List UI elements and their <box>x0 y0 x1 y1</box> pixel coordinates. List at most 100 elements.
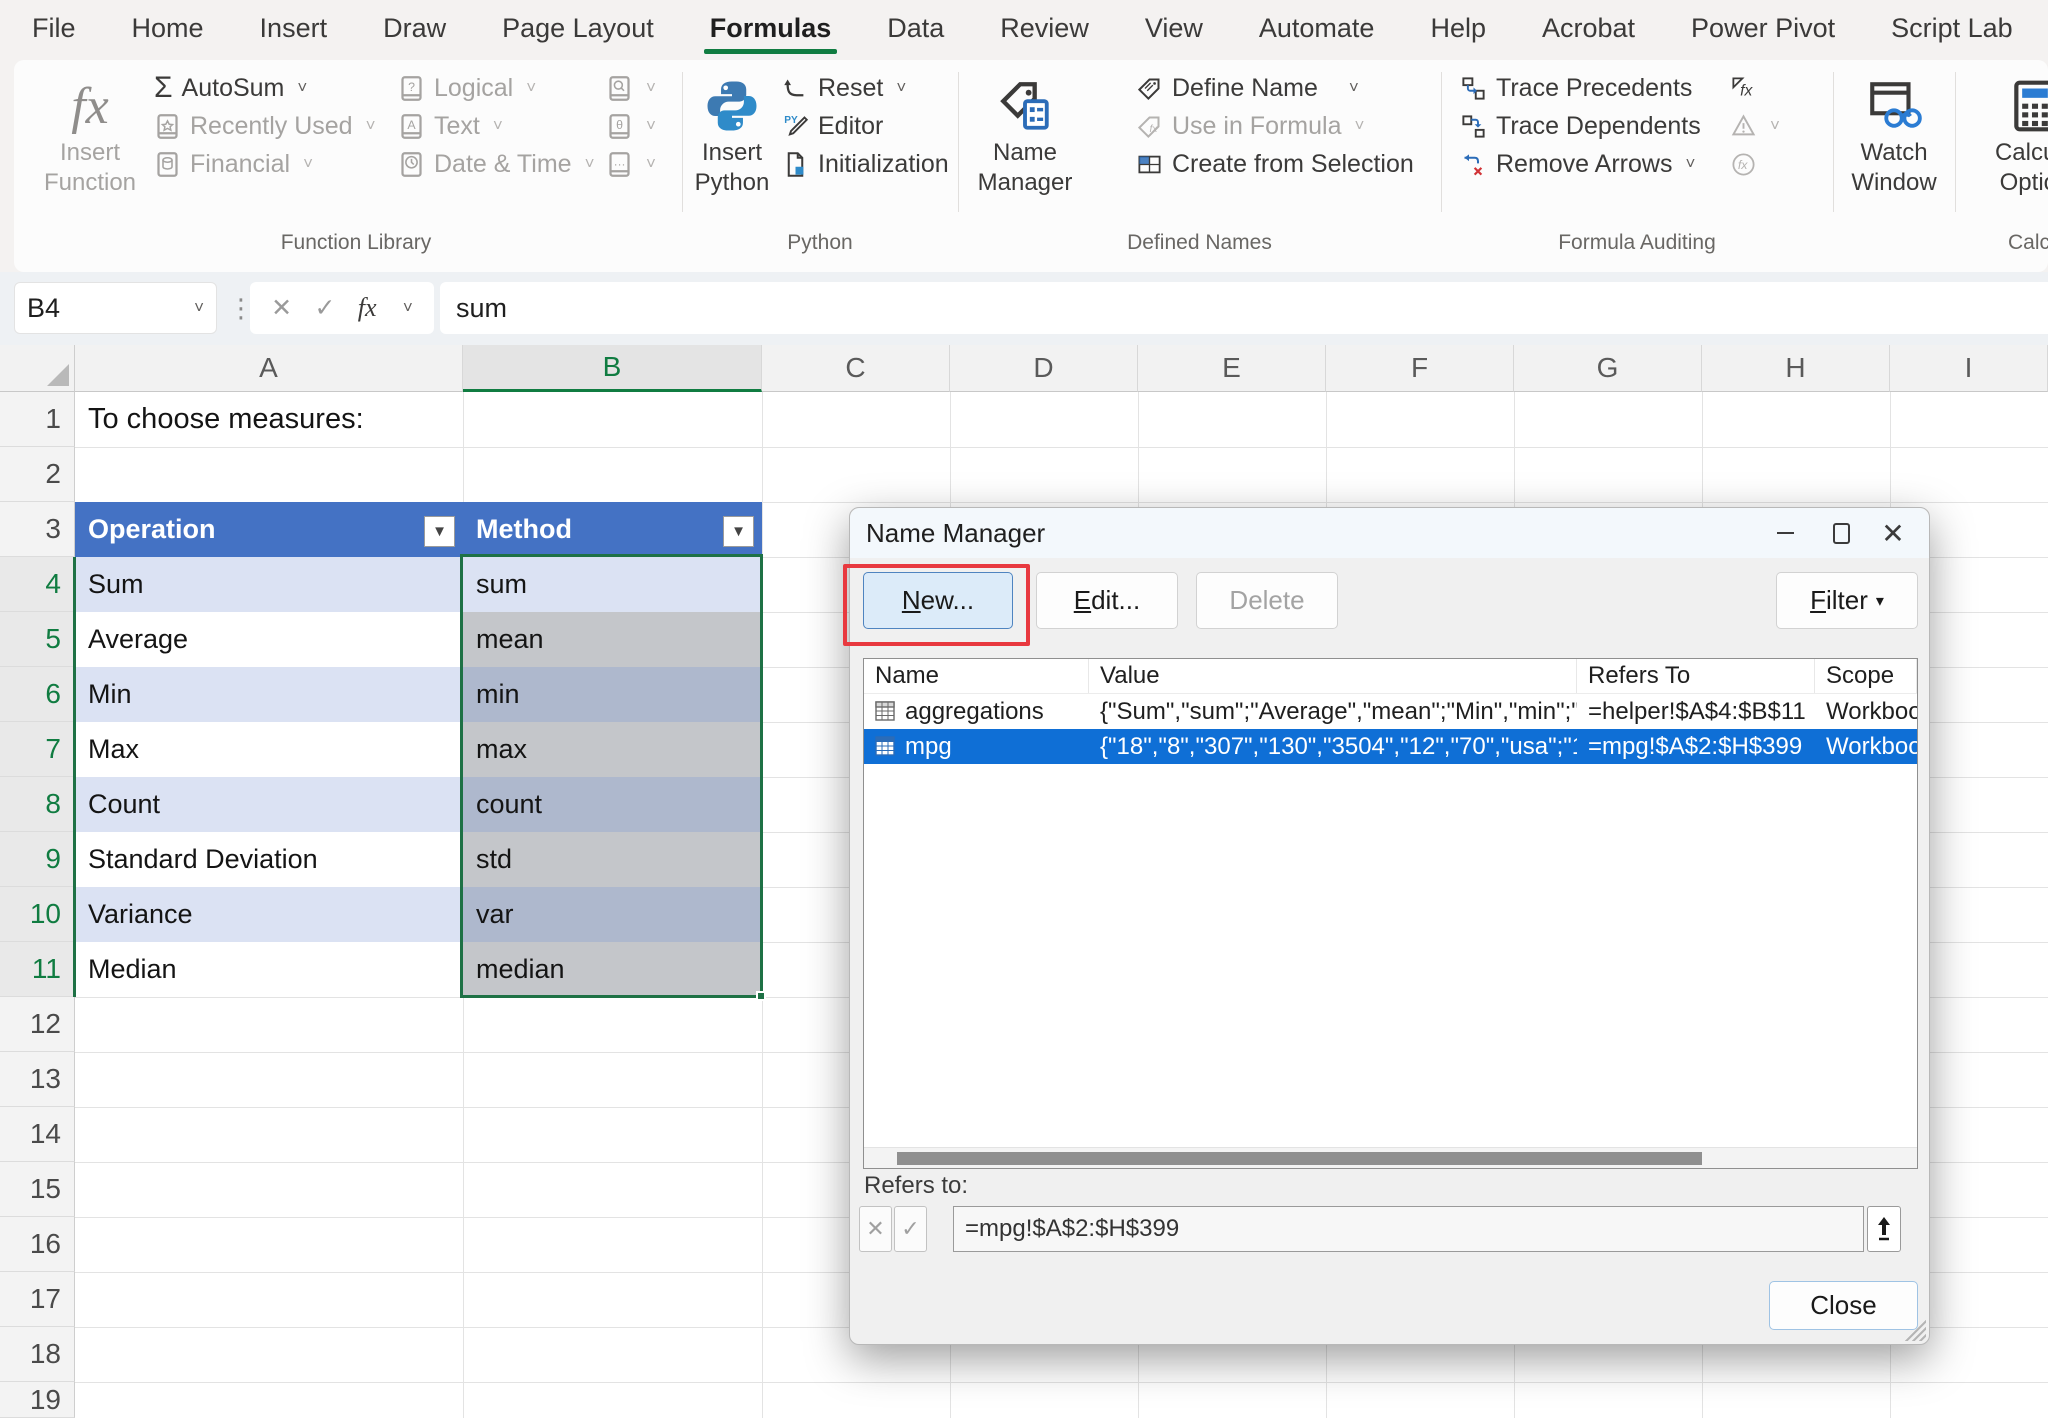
cell-a5[interactable]: Average <box>75 612 463 667</box>
row-header-3[interactable]: 3 <box>0 502 75 557</box>
cell-b5[interactable]: mean <box>463 612 762 667</box>
cell-b9[interactable]: std <box>463 832 762 887</box>
cell-a7[interactable]: Max <box>75 722 463 777</box>
cell-b8[interactable]: count <box>463 777 762 832</box>
column-header-d[interactable]: D <box>950 345 1138 392</box>
refers-to-input[interactable]: =mpg!$A$2:$H$399 <box>953 1206 1864 1252</box>
row-header-19[interactable]: 19 <box>0 1382 75 1418</box>
row-header-8[interactable]: 8 <box>0 777 75 832</box>
row-header-5[interactable]: 5 <box>0 612 75 667</box>
column-header-c[interactable]: C <box>762 345 950 392</box>
column-header-b[interactable]: B <box>463 345 762 392</box>
evaluate-formula-button[interactable]: fx <box>1730 146 1757 182</box>
trace-precedents-button[interactable]: Trace Precedents <box>1460 70 1692 106</box>
row-header-12[interactable]: 12 <box>0 997 75 1052</box>
watch-window-button[interactable]: Watch Window <box>1836 68 1952 226</box>
tab-script-lab[interactable]: Script Lab <box>1889 9 2015 48</box>
close-window-button[interactable]: ✕ <box>1865 508 1921 558</box>
initialization-button[interactable]: Initialization <box>782 146 949 182</box>
chevron-down-icon[interactable]: ˅ <box>403 298 413 318</box>
financial-button[interactable]: Financial˅ <box>154 146 313 182</box>
math-trig-button[interactable]: θ ˅ <box>606 108 656 144</box>
insert-function-button[interactable]: fx Insert Function <box>32 68 148 226</box>
refers-cancel-button[interactable]: ✕ <box>859 1206 892 1252</box>
insert-function-icon[interactable]: fx <box>358 293 377 323</box>
use-in-formula-button[interactable]: fx Use in Formula˅ <box>1136 108 1364 144</box>
remove-arrows-button[interactable]: Remove Arrows˅ <box>1460 146 1695 182</box>
cell-a1[interactable]: To choose measures: <box>75 392 463 447</box>
column-header-a[interactable]: A <box>75 345 463 392</box>
row-header-11[interactable]: 11 <box>0 942 75 997</box>
cell-a6[interactable]: Min <box>75 667 463 722</box>
fill-handle[interactable] <box>756 991 766 1001</box>
column-header-g[interactable]: G <box>1514 345 1702 392</box>
insert-python-button[interactable]: Insert Python <box>674 68 790 226</box>
cell-b11[interactable]: median <box>463 942 762 997</box>
name-box[interactable]: B4 ˅ <box>14 282 217 334</box>
horizontal-scrollbar[interactable] <box>864 1147 1917 1168</box>
column-header-e[interactable]: E <box>1138 345 1326 392</box>
cell-a4[interactable]: Sum <box>75 557 463 612</box>
edit-button[interactable]: Edit... <box>1036 572 1178 629</box>
row-header-16[interactable]: 16 <box>0 1217 75 1272</box>
tab-formulas[interactable]: Formulas <box>708 9 834 48</box>
tab-insert[interactable]: Insert <box>258 9 330 48</box>
row-header-2[interactable]: 2 <box>0 447 75 502</box>
tab-file[interactable]: File <box>30 9 78 48</box>
minimize-button[interactable] <box>1757 508 1813 558</box>
formula-input[interactable]: sum <box>440 282 2048 334</box>
cell-a9[interactable]: Standard Deviation <box>75 832 463 887</box>
tab-draw[interactable]: Draw <box>381 9 448 48</box>
text-button[interactable]: A Text˅ <box>398 108 503 144</box>
table-header-method[interactable]: Method <box>463 502 762 557</box>
define-name-button[interactable]: Define Name˅ <box>1136 70 1359 106</box>
scrollbar-thumb[interactable] <box>897 1152 1702 1165</box>
filter-button-operation[interactable]: ▼ <box>424 516 455 547</box>
more-functions-button[interactable]: … ˅ <box>606 146 656 182</box>
col-header-refers-to[interactable]: Refers To <box>1577 659 1815 693</box>
column-header-i[interactable]: I <box>1890 345 2048 392</box>
row-header-14[interactable]: 14 <box>0 1107 75 1162</box>
editor-button[interactable]: PY Editor <box>782 108 883 144</box>
calculation-options-button[interactable]: Calcula Option <box>1970 68 2048 226</box>
tab-home[interactable]: Home <box>130 9 206 48</box>
row-header-9[interactable]: 9 <box>0 832 75 887</box>
cancel-icon[interactable]: ✕ <box>271 293 292 323</box>
maximize-button[interactable] <box>1813 508 1869 558</box>
row-header-10[interactable]: 10 <box>0 887 75 942</box>
row-header-15[interactable]: 15 <box>0 1162 75 1217</box>
cell-b10[interactable]: var <box>463 887 762 942</box>
row-header-1[interactable]: 1 <box>0 392 75 447</box>
tab-review[interactable]: Review <box>998 9 1091 48</box>
col-header-value[interactable]: Value <box>1089 659 1577 693</box>
select-all-corner[interactable] <box>0 345 75 392</box>
row-header-4[interactable]: 4 <box>0 557 75 612</box>
show-formulas-button[interactable]: fx <box>1730 70 1757 106</box>
cell-b7[interactable]: max <box>463 722 762 777</box>
logical-button[interactable]: ? Logical˅ <box>398 70 536 106</box>
refers-enter-button[interactable]: ✓ <box>894 1206 927 1252</box>
row-header-18[interactable]: 18 <box>0 1327 75 1382</box>
tab-help[interactable]: Help <box>1428 9 1488 48</box>
name-row-aggregations[interactable]: aggregations {"Sum","sum";"Average","mea… <box>864 694 1917 729</box>
date-time-button[interactable]: Date & Time˅ <box>398 146 595 182</box>
tab-view[interactable]: View <box>1143 9 1205 48</box>
row-header-17[interactable]: 17 <box>0 1272 75 1327</box>
tab-automate[interactable]: Automate <box>1257 9 1377 48</box>
filter-dropdown-button[interactable]: Filter ▾ <box>1776 572 1918 629</box>
error-checking-button[interactable]: ˅ <box>1730 108 1780 144</box>
cell-a8[interactable]: Count <box>75 777 463 832</box>
row-header-7[interactable]: 7 <box>0 722 75 777</box>
cell-b4-active[interactable]: sum <box>463 557 762 612</box>
cell-a10[interactable]: Variance <box>75 887 463 942</box>
tab-data[interactable]: Data <box>885 9 946 48</box>
cell-a11[interactable]: Median <box>75 942 463 997</box>
filter-button-method[interactable]: ▼ <box>723 516 754 547</box>
row-header-13[interactable]: 13 <box>0 1052 75 1107</box>
create-from-selection-button[interactable]: Create from Selection <box>1136 146 1414 182</box>
col-header-scope[interactable]: Scope <box>1815 659 1917 693</box>
close-button[interactable]: Close <box>1769 1281 1918 1330</box>
enter-icon[interactable]: ✓ <box>314 293 335 323</box>
col-header-name[interactable]: Name <box>864 659 1089 693</box>
recently-used-button[interactable]: Recently Used˅ <box>154 108 376 144</box>
